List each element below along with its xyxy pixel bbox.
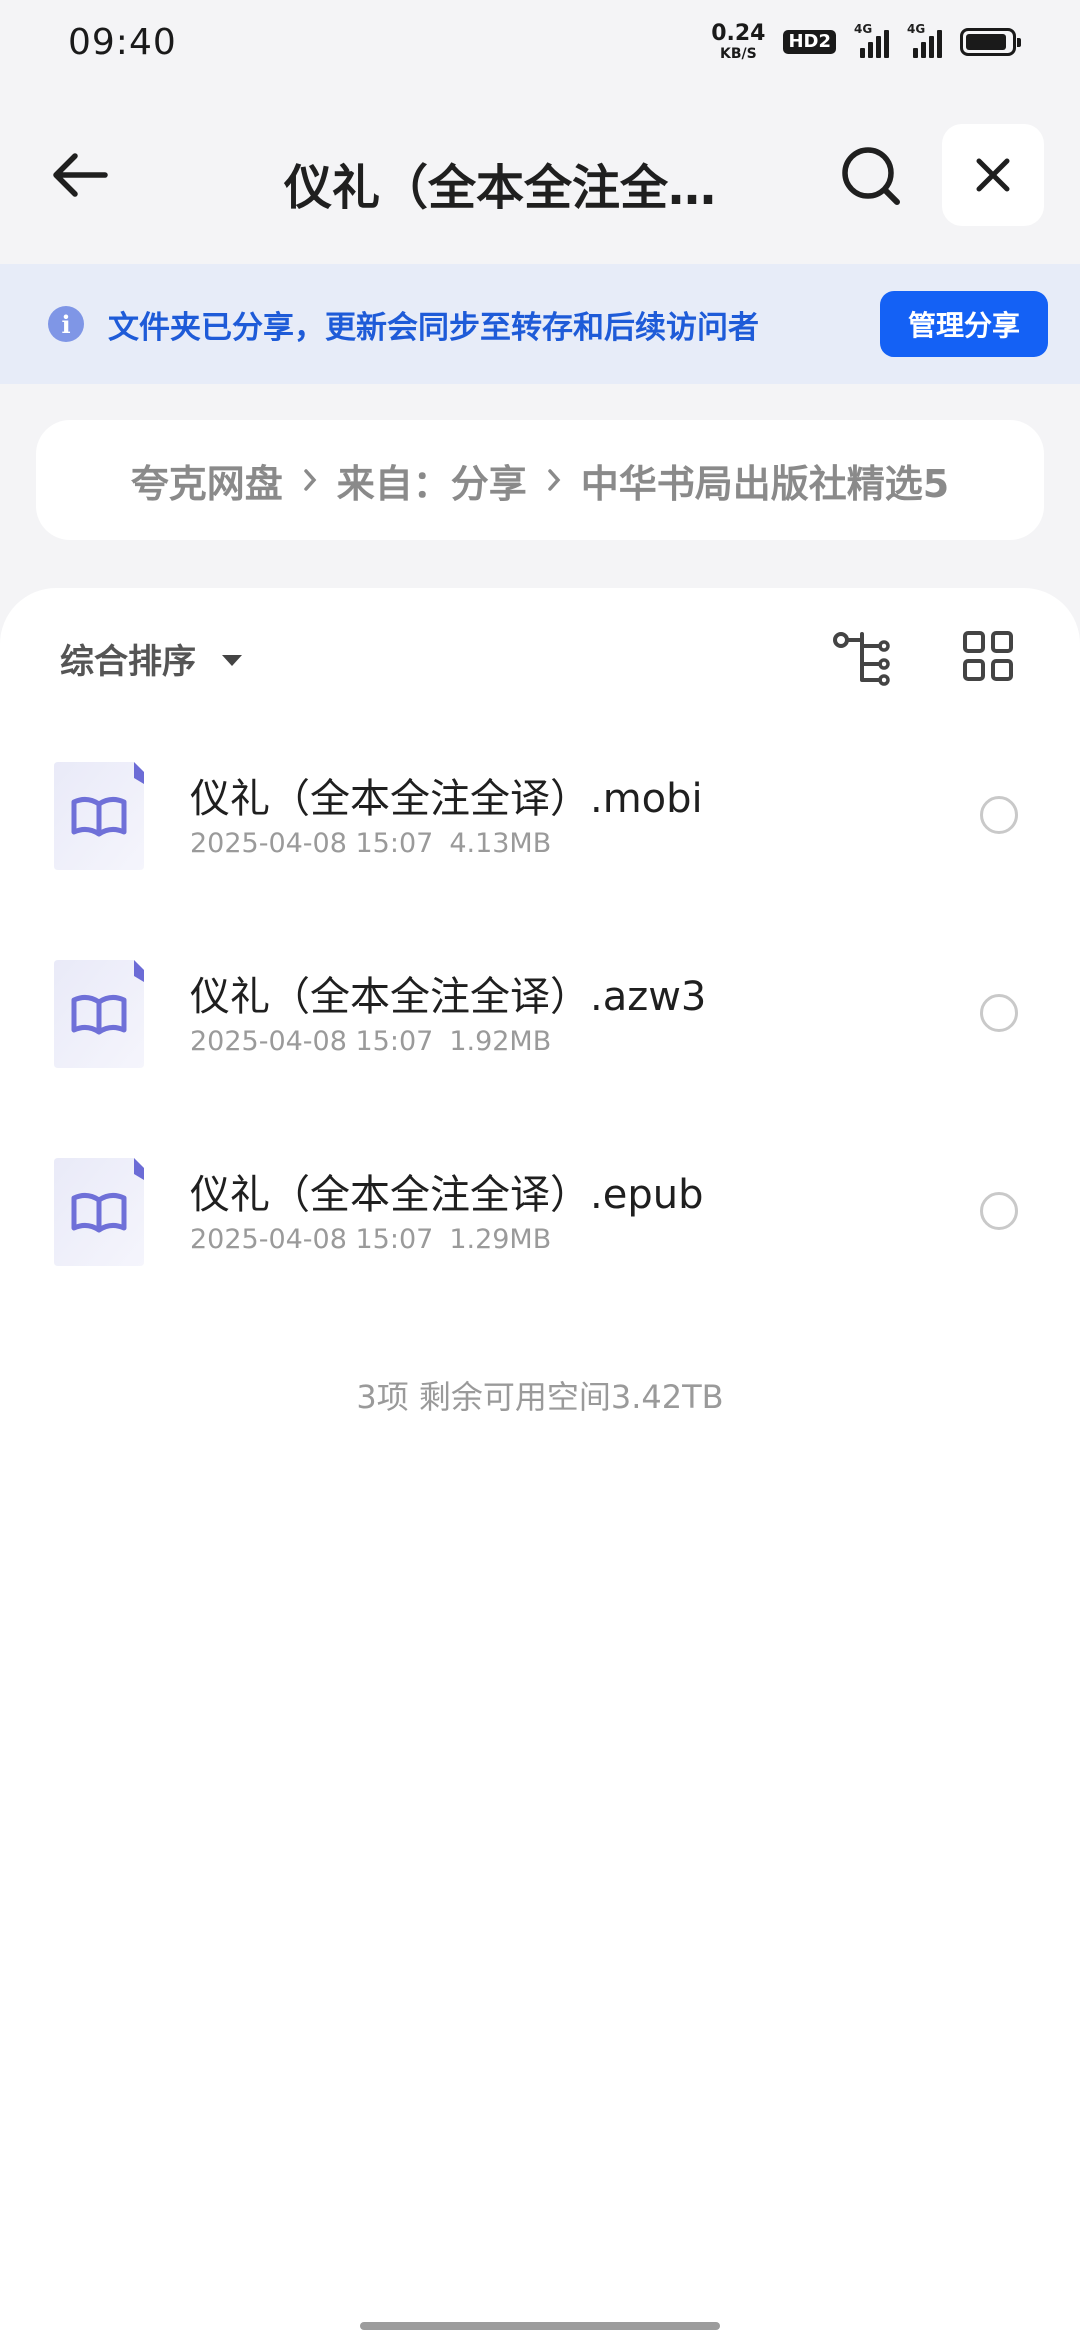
file-date: 2025-04-08 15:07 <box>190 828 434 859</box>
arrow-left-icon <box>53 153 108 197</box>
breadcrumb-item-folder[interactable]: 中华书局出版社精选5 <box>581 453 949 508</box>
network-speed-value: 0.24 <box>711 21 766 46</box>
status-time: 09:40 <box>68 21 177 63</box>
page-title: 仪礼（全本全注全… <box>283 160 716 216</box>
file-row[interactable]: 仪礼（全本全注全译）.epub 2025-04-08 15:07 1.29MB <box>0 1144 1080 1342</box>
battery-icon <box>960 28 1021 56</box>
close-button[interactable] <box>942 124 1044 226</box>
hd-voice-icon: HD2 <box>783 30 836 54</box>
file-name: 仪礼（全本全注全译）.azw3 <box>190 974 707 1020</box>
signal-label: 4G <box>907 22 926 36</box>
file-panel: 综合排序 仪礼（全本全注全译）.mobi 2025-04-08 15:07 4.… <box>0 588 1080 2340</box>
list-toolbar: 综合排序 <box>0 588 1080 728</box>
share-banner-text: 文件夹已分享，更新会同步至转存和后续访问者 <box>108 309 759 346</box>
breadcrumb: 夸克网盘 来自：分享 中华书局出版社精选5 <box>36 420 1044 540</box>
select-radio[interactable] <box>980 1192 1018 1230</box>
file-size: 1.92MB <box>449 1026 552 1057</box>
signal-label: 4G <box>854 22 873 36</box>
file-size: 1.29MB <box>449 1224 552 1255</box>
ebook-file-icon <box>54 762 144 870</box>
chevron-right-icon <box>547 468 561 492</box>
search-icon <box>842 147 900 205</box>
file-meta: 2025-04-08 15:07 1.92MB <box>190 1026 551 1057</box>
caret-down-icon <box>222 655 242 666</box>
folder-tree-button[interactable] <box>832 630 892 690</box>
signal-icon: 4G <box>854 22 889 58</box>
file-row[interactable]: 仪礼（全本全注全译）.mobi 2025-04-08 15:07 4.13MB <box>0 748 1080 946</box>
file-row[interactable]: 仪礼（全本全注全译）.azw3 2025-04-08 15:07 1.92MB <box>0 946 1080 1144</box>
file-meta: 2025-04-08 15:07 4.13MB <box>190 828 551 859</box>
home-indicator[interactable] <box>360 2322 720 2330</box>
select-radio[interactable] <box>980 796 1018 834</box>
file-list: 仪礼（全本全注全译）.mobi 2025-04-08 15:07 4.13MB 仪… <box>0 748 1080 1342</box>
signal-icon: 4G <box>907 22 942 58</box>
battery-fill <box>966 34 1006 50</box>
close-icon <box>976 158 1010 192</box>
file-size: 4.13MB <box>449 828 552 859</box>
file-name: 仪礼（全本全注全译）.mobi <box>190 776 703 822</box>
share-banner: i 文件夹已分享，更新会同步至转存和后续访问者 管理分享 <box>0 264 1080 384</box>
info-icon: i <box>48 306 84 342</box>
storage-summary: 3项 剩余可用空间3.42TB <box>356 1378 724 1416</box>
search-button[interactable] <box>836 144 906 208</box>
network-speed: 0.24 KB/S <box>711 21 766 62</box>
manage-share-button[interactable]: 管理分享 <box>880 291 1048 357</box>
grid-view-icon <box>963 631 1013 681</box>
ebook-file-icon <box>54 1158 144 1266</box>
header: 仪礼（全本全注全… <box>0 120 1080 230</box>
folder-tree-icon <box>833 632 890 686</box>
status-icons: 0.24 KB/S HD2 4G 4G <box>711 21 1021 62</box>
file-meta: 2025-04-08 15:07 1.29MB <box>190 1224 551 1255</box>
ebook-file-icon <box>54 960 144 1068</box>
file-date: 2025-04-08 15:07 <box>190 1026 434 1057</box>
select-radio[interactable] <box>980 994 1018 1032</box>
sort-label: 综合排序 <box>60 642 196 682</box>
grid-view-button[interactable] <box>962 630 1014 682</box>
file-date: 2025-04-08 15:07 <box>190 1224 434 1255</box>
network-speed-unit: KB/S <box>719 46 757 62</box>
chevron-right-icon <box>303 468 317 492</box>
breadcrumb-item-root[interactable]: 夸克网盘 <box>131 453 283 508</box>
file-name: 仪礼（全本全注全译）.epub <box>190 1172 704 1218</box>
status-bar: 09:40 0.24 KB/S HD2 4G 4G <box>0 0 1080 84</box>
back-button[interactable] <box>44 145 114 205</box>
sort-dropdown[interactable]: 综合排序 <box>60 634 242 683</box>
breadcrumb-item-shared[interactable]: 来自：分享 <box>337 453 527 508</box>
